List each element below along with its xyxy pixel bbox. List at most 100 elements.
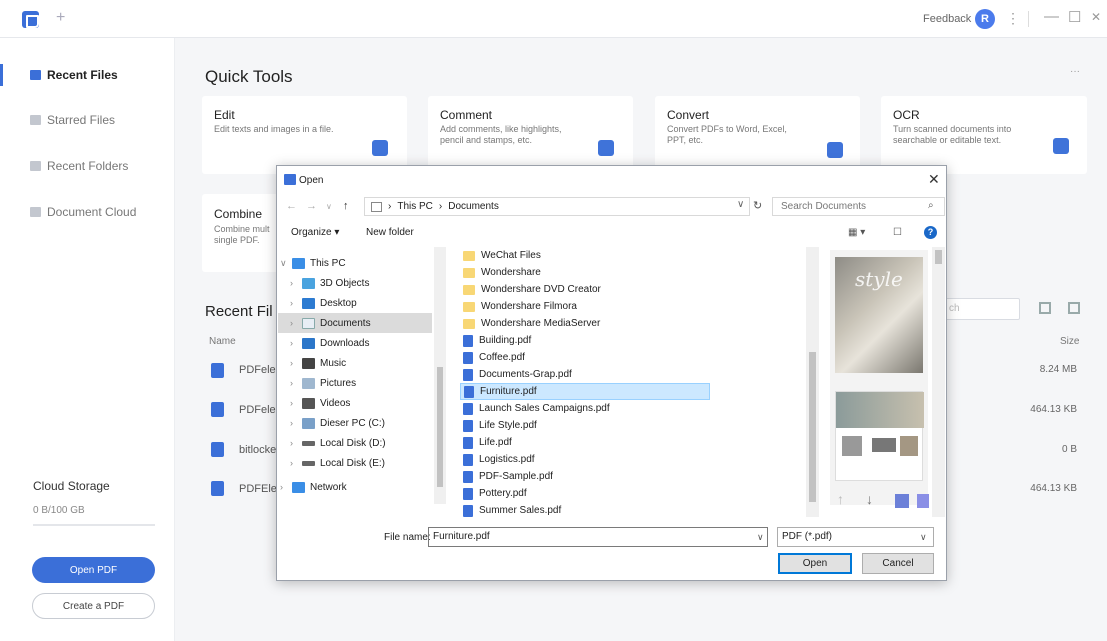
list-item[interactable]: Summer Sales.pdf	[460, 502, 561, 517]
organize-menu[interactable]: Organize ▾	[291, 227, 339, 238]
forward-arrow-icon[interactable]: →	[306, 200, 317, 212]
recent-locations-icon[interactable]: ∨	[326, 202, 332, 211]
list-item[interactable]: Pottery.pdf	[460, 485, 527, 502]
sidebar-item-starred-files[interactable]: Starred Files	[30, 111, 115, 129]
recent-file-name[interactable]: PDFEler	[239, 483, 281, 495]
edit-tool-card[interactable]: Edit Edit texts and images in a file.	[202, 96, 407, 174]
previous-page-icon[interactable]: ↑	[837, 491, 844, 507]
chevron-down-icon[interactable]: ∨	[920, 532, 927, 543]
chevron-right-icon[interactable]: ›	[290, 398, 302, 408]
chevron-right-icon[interactable]: ›	[290, 418, 302, 428]
chevron-right-icon[interactable]: ›	[290, 378, 302, 388]
preview-pane-icon[interactable]: ☐	[893, 227, 902, 238]
sidebar-item-recent-folders[interactable]: Recent Folders	[30, 157, 128, 175]
breadcrumb-documents[interactable]: Documents	[448, 201, 499, 212]
convert-tool-card[interactable]: Convert Convert PDFs to Word, Excel, PPT…	[655, 96, 860, 174]
address-bar[interactable]: › This PC › Documents	[364, 197, 750, 216]
tree-item-documents[interactable]: › Documents	[278, 313, 432, 333]
preview-scrollbar[interactable]	[932, 247, 945, 517]
tree-item-music[interactable]: › Music	[290, 353, 346, 373]
chevron-right-icon[interactable]: ›	[290, 458, 302, 468]
list-item[interactable]: Wondershare	[460, 264, 541, 281]
comment-tool-card[interactable]: Comment Add comments, like highlights, p…	[428, 96, 633, 174]
open-button[interactable]: Open	[778, 553, 852, 574]
view-options-icon[interactable]: ▦ ▾	[848, 227, 865, 238]
recent-file-name[interactable]: PDFeler	[239, 404, 279, 416]
create-pdf-button[interactable]: Create a PDF	[32, 593, 155, 619]
cancel-button[interactable]: Cancel	[862, 553, 934, 574]
column-header-size[interactable]: Size	[1060, 336, 1079, 347]
scrollbar-thumb[interactable]	[437, 367, 443, 487]
dialog-close-button[interactable]: ✕	[928, 171, 940, 188]
feedback-link[interactable]: Feedback	[923, 13, 971, 25]
scrollbar-thumb[interactable]	[935, 250, 942, 264]
chevron-right-icon[interactable]: ›	[290, 318, 302, 328]
list-item[interactable]: WeChat Files	[460, 247, 541, 264]
list-item[interactable]: PDF-Sample.pdf	[460, 468, 553, 485]
open-pdf-button[interactable]: Open PDF	[32, 557, 155, 583]
tree-item-network[interactable]: › Network	[280, 477, 347, 497]
recent-file-name[interactable]: PDFeler	[239, 364, 279, 376]
maximize-button[interactable]: ☐	[1068, 8, 1081, 26]
help-icon[interactable]: ?	[924, 226, 937, 239]
chevron-right-icon[interactable]: ›	[290, 358, 302, 368]
more-icon[interactable]: ···	[1070, 66, 1080, 77]
recent-file-name[interactable]: bitlocke	[239, 444, 276, 456]
new-tab-button[interactable]: +	[56, 9, 65, 27]
minimize-button[interactable]: —	[1044, 8, 1059, 25]
tree-item-this-pc[interactable]: ∨ This PC	[280, 253, 346, 273]
chevron-right-icon[interactable]: ›	[290, 278, 302, 288]
list-item[interactable]: Wondershare MediaServer	[460, 315, 600, 332]
list-item[interactable]: Building.pdf	[460, 332, 531, 349]
search-documents-input[interactable]: Search Documents	[772, 197, 945, 216]
chevron-right-icon[interactable]: ›	[290, 298, 302, 308]
address-dropdown-icon[interactable]: ∨	[737, 199, 744, 210]
list-item-selected[interactable]: Furniture.pdf	[460, 383, 710, 400]
tree-item-pictures[interactable]: › Pictures	[290, 373, 356, 393]
list-item[interactable]: Wondershare Filmora	[460, 298, 577, 315]
tree-item-desktop[interactable]: › Desktop	[290, 293, 357, 313]
list-item[interactable]: Documents-Grap.pdf	[460, 366, 572, 383]
tree-item-downloads[interactable]: › Downloads	[290, 333, 369, 353]
list-item[interactable]: Coffee.pdf	[460, 349, 525, 366]
recent-search-input[interactable]: ch	[940, 298, 1020, 320]
ocr-tool-card[interactable]: OCR Turn scanned documents into searchab…	[881, 96, 1087, 174]
file-type-select[interactable]: PDF (*.pdf)	[777, 527, 934, 547]
up-arrow-icon[interactable]: ↑	[343, 200, 349, 212]
sidebar-item-recent-files[interactable]: Recent Files	[30, 66, 118, 84]
grid-view-icon[interactable]	[1068, 302, 1080, 314]
avatar[interactable]: R	[975, 9, 995, 29]
sidebar-item-document-cloud[interactable]: Document Cloud	[30, 203, 136, 221]
close-window-button[interactable]: ✕	[1091, 10, 1101, 24]
new-folder-button[interactable]: New folder	[366, 227, 414, 238]
file-name-input[interactable]: Furniture.pdf	[428, 527, 768, 547]
tree-item-videos[interactable]: › Videos	[290, 393, 350, 413]
list-item[interactable]: Wondershare DVD Creator	[460, 281, 601, 298]
chevron-right-icon[interactable]: ›	[290, 338, 302, 348]
tree-item-drive-e[interactable]: › Local Disk (E:)	[290, 453, 385, 473]
list-item[interactable]: Launch Sales Campaigns.pdf	[460, 400, 610, 417]
chevron-down-icon[interactable]: ∨	[757, 532, 764, 543]
single-page-view-icon[interactable]	[895, 494, 909, 508]
fit-page-icon[interactable]	[917, 494, 929, 508]
list-item[interactable]: Life.pdf	[460, 434, 512, 451]
list-item[interactable]: Life Style.pdf	[460, 417, 537, 434]
scrollbar-thumb[interactable]	[809, 352, 816, 502]
back-arrow-icon[interactable]: ←	[286, 200, 297, 212]
tree-item-3d-objects[interactable]: › 3D Objects	[290, 273, 369, 293]
file-list-scrollbar[interactable]	[806, 247, 819, 517]
tree-scrollbar[interactable]	[434, 247, 446, 504]
tree-item-drive-c[interactable]: › Dieser PC (C:)	[290, 413, 385, 433]
list-view-icon[interactable]	[1039, 302, 1051, 314]
chevron-right-icon[interactable]: ›	[280, 482, 292, 492]
videos-icon	[302, 397, 315, 409]
more-options-icon[interactable]: ⋮	[1006, 10, 1020, 27]
tree-item-drive-d[interactable]: › Local Disk (D:)	[290, 433, 386, 453]
next-page-icon[interactable]: ↓	[866, 491, 873, 507]
chevron-down-icon[interactable]: ∨	[280, 258, 292, 269]
refresh-icon[interactable]: ↻	[753, 199, 762, 212]
breadcrumb-this-pc[interactable]: This PC	[397, 201, 433, 212]
list-item[interactable]: Logistics.pdf	[460, 451, 535, 468]
column-header-name[interactable]: Name	[209, 336, 236, 347]
chevron-right-icon[interactable]: ›	[290, 438, 302, 448]
